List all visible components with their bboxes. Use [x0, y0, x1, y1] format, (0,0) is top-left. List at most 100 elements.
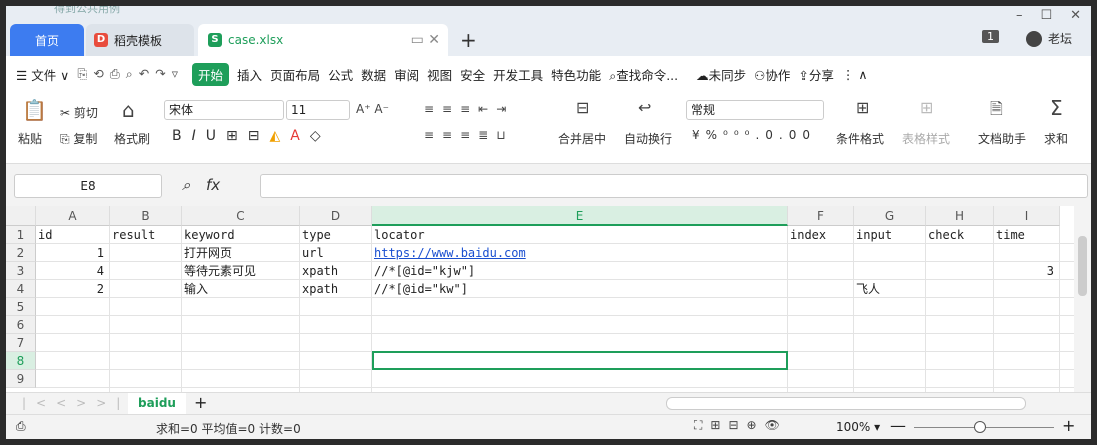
sheet-tab-baidu[interactable]: baidu — [128, 393, 186, 414]
zoom-slider-handle[interactable] — [974, 421, 986, 433]
column-header-b[interactable]: B — [110, 206, 182, 226]
cell-g1[interactable]: input — [854, 226, 926, 244]
merge-center-button[interactable]: 合并居中 — [558, 130, 606, 147]
cell-g4[interactable]: 飞人 — [854, 280, 926, 298]
search-command[interactable]: ⌕查找命令... — [609, 65, 678, 84]
add-sheet-button[interactable]: + — [194, 393, 207, 412]
maximize-icon[interactable]: ☐ — [1040, 8, 1052, 23]
row-header-9[interactable]: 9 — [6, 370, 36, 388]
sum-button[interactable]: 求和 — [1044, 130, 1068, 147]
cell-c4[interactable]: 输入 — [182, 280, 300, 298]
cell-h1[interactable]: check — [926, 226, 994, 244]
menu-security[interactable]: 安全 — [460, 65, 485, 84]
tab-case-xlsx[interactable]: Scase.xlsx ▭ ✕ — [198, 24, 448, 56]
cell-a4[interactable]: 2 — [36, 280, 110, 298]
cell-d2[interactable]: url — [300, 244, 372, 262]
new-tab-button[interactable]: + — [460, 28, 477, 52]
cell-d4[interactable]: xpath — [300, 280, 372, 298]
selected-cell-e8[interactable] — [372, 351, 788, 370]
zoom-out-button[interactable]: — — [890, 416, 906, 435]
zoom-in-button[interactable]: + — [1062, 416, 1075, 435]
font-size-select[interactable]: 11 — [286, 100, 350, 120]
row-header-4[interactable]: 4 — [6, 280, 36, 298]
cell-e1[interactable]: locator — [372, 226, 788, 244]
number-format-select[interactable]: 常规 — [686, 100, 824, 120]
share-button[interactable]: ⇪分享 — [798, 65, 834, 84]
minimize-icon[interactable]: – — [1016, 8, 1023, 23]
horizontal-scrollbar[interactable] — [666, 397, 1026, 410]
cell-a3[interactable]: 4 — [36, 262, 110, 280]
cell-e2[interactable]: https://www.baidu.com — [372, 244, 788, 262]
column-header-h[interactable]: H — [926, 206, 994, 226]
menu-formula[interactable]: 公式 — [328, 65, 353, 84]
menu-start[interactable]: 开始 — [192, 62, 230, 86]
sheet-nav-icons[interactable]: |<<>>| — [22, 396, 130, 410]
wrap-icon[interactable]: ↩ — [638, 98, 651, 117]
cell-i1[interactable]: time — [994, 226, 1060, 244]
cell-d1[interactable]: type — [300, 226, 372, 244]
cell-d3[interactable]: xpath — [300, 262, 372, 280]
close-icon[interactable]: ▭ ✕ — [411, 32, 440, 48]
format-painter-button[interactable]: 格式刷 — [114, 130, 150, 147]
menu-features[interactable]: 特色功能 — [551, 65, 601, 84]
align-buttons[interactable]: ≡≡≡≣⊔ — [424, 128, 514, 142]
font-select[interactable]: 宋体 — [164, 100, 284, 120]
menu-dev-tools[interactable]: 开发工具 — [493, 65, 543, 84]
cell-e4[interactable]: //*[@id="kw"] — [372, 280, 788, 298]
formula-input[interactable] — [260, 174, 1088, 198]
sum-icon[interactable]: Σ — [1050, 96, 1063, 120]
more-icon[interactable]: ⋮ ∧ — [842, 67, 868, 82]
conditional-format-button[interactable]: 条件格式 — [836, 130, 884, 147]
fx-icon[interactable]: fx — [206, 176, 220, 194]
doc-helper-button[interactable]: 文档助手 — [978, 130, 1026, 147]
cell-a2[interactable]: 1 — [36, 244, 110, 262]
row-header-8[interactable]: 8 — [6, 352, 36, 370]
cell-b1[interactable]: result — [110, 226, 182, 244]
view-mode-icons[interactable]: ⛶⊞⊟⊕👁 — [694, 418, 788, 433]
doc-helper-icon[interactable]: 🗎 — [990, 98, 1003, 125]
vertical-scrollbar[interactable] — [1074, 206, 1091, 392]
cell-c2[interactable]: 打开网页 — [182, 244, 300, 262]
select-all-corner[interactable] — [6, 206, 36, 226]
paste-button[interactable]: 粘贴 — [18, 130, 42, 147]
column-header-g[interactable]: G — [854, 206, 926, 226]
name-box[interactable]: E8 — [14, 174, 162, 198]
zoom-level[interactable]: 100% ▾ — [836, 420, 880, 434]
page-badge[interactable]: 1 — [982, 30, 999, 43]
cell-c3[interactable]: 等待元素可见 — [182, 262, 300, 280]
column-header-f[interactable]: F — [788, 206, 854, 226]
menu-view[interactable]: 视图 — [427, 65, 452, 84]
column-header-c[interactable]: C — [182, 206, 300, 226]
collab-button[interactable]: ⚇协作 — [754, 65, 790, 84]
tab-docer[interactable]: D 稻壳模板 — [86, 24, 194, 56]
copy-button[interactable]: ⎘ 复制 — [60, 130, 97, 147]
sync-status[interactable]: ☁未同步 — [696, 65, 746, 84]
row-header-1[interactable]: 1 — [6, 226, 36, 244]
row-header-2[interactable]: 2 — [6, 244, 36, 262]
column-header-d[interactable]: D — [300, 206, 372, 226]
close-window-icon[interactable]: ✕ — [1070, 8, 1081, 23]
row-header-5[interactable]: 5 — [6, 298, 36, 316]
paste-icon[interactable]: 📋 — [22, 98, 47, 122]
macro-icon[interactable]: ⎙ — [16, 419, 26, 434]
tab-home[interactable]: 首页 — [10, 24, 84, 56]
menu-review[interactable]: 审阅 — [394, 65, 419, 84]
menu-insert[interactable]: 插入 — [237, 65, 262, 84]
user-menu[interactable]: 老坛 — [1026, 30, 1072, 47]
row-header-3[interactable]: 3 — [6, 262, 36, 280]
row-header-6[interactable]: 6 — [6, 316, 36, 334]
align-top-buttons[interactable]: ≡≡≡⇤⇥ — [424, 102, 514, 116]
merge-icon[interactable]: ⊟ — [576, 98, 589, 117]
menu-file[interactable]: ☰ 文件 ∨ — [16, 65, 69, 84]
cell-a1[interactable]: id — [36, 226, 110, 244]
menu-data[interactable]: 数据 — [361, 65, 386, 84]
row-header-7[interactable]: 7 — [6, 334, 36, 352]
cell-f1[interactable]: index — [788, 226, 854, 244]
scroll-thumb[interactable] — [1078, 236, 1087, 296]
conditional-format-icon[interactable]: ⊞ — [856, 98, 869, 117]
cell-i3[interactable]: 3 — [994, 262, 1060, 280]
menu-page-layout[interactable]: 页面布局 — [270, 65, 320, 84]
number-format-buttons[interactable]: ¥%⁰⁰⁰.0.00 — [692, 128, 816, 142]
column-header-i[interactable]: I — [994, 206, 1060, 226]
font-grow-shrink-icons[interactable]: A⁺ A⁻ — [356, 102, 389, 116]
